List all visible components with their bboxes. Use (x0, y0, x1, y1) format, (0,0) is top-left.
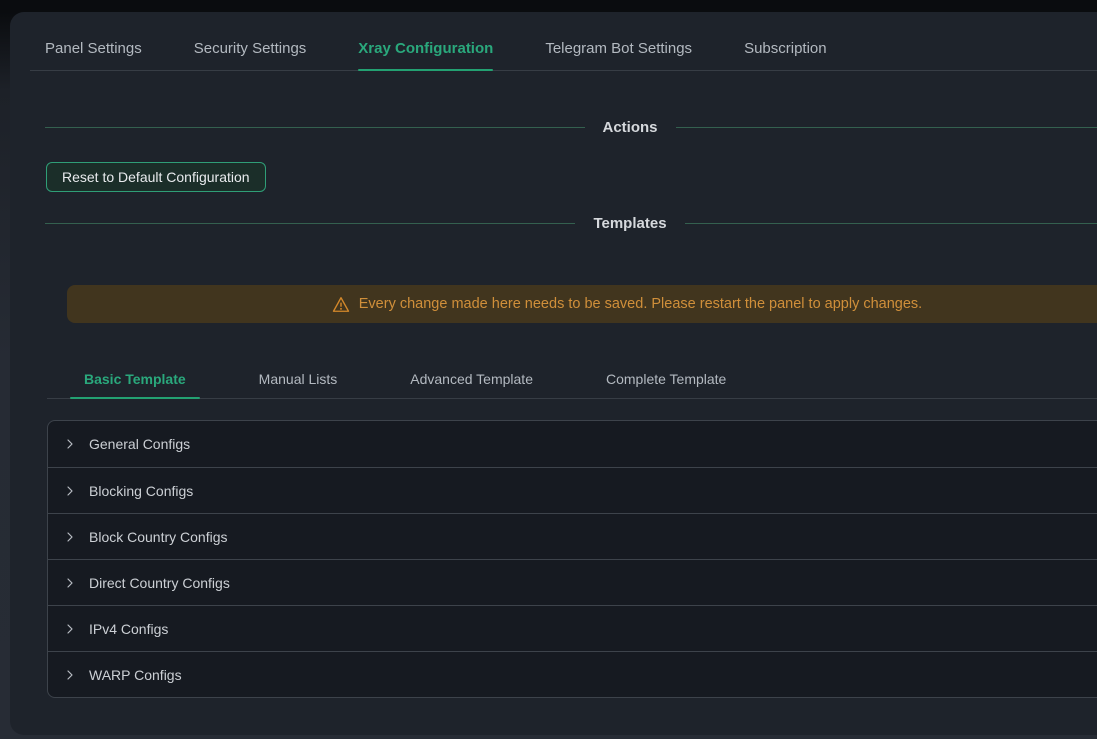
divider-line (45, 127, 585, 128)
templates-divider-title: Templates (575, 215, 684, 232)
collapse-label: WARP Configs (89, 667, 182, 683)
tab-subscription[interactable]: Subscription (744, 27, 827, 70)
collapse-label: Block Country Configs (89, 529, 228, 545)
chevron-right-icon (64, 669, 76, 681)
chevron-right-icon (64, 577, 76, 589)
collapse-label: General Configs (89, 436, 190, 452)
templates-divider: Templates (45, 211, 1097, 235)
chevron-right-icon (64, 531, 76, 543)
collapse-direct-country-configs[interactable]: Direct Country Configs (48, 559, 1097, 605)
collapse-label: IPv4 Configs (89, 621, 168, 637)
collapse-ipv4-configs[interactable]: IPv4 Configs (48, 605, 1097, 651)
tab-basic-template[interactable]: Basic Template (70, 360, 200, 398)
settings-tab-bar: Panel Settings Security Settings Xray Co… (30, 27, 1097, 71)
chevron-right-icon (64, 485, 76, 497)
collapse-block-country-configs[interactable]: Block Country Configs (48, 513, 1097, 559)
collapse-warp-configs[interactable]: WARP Configs (48, 651, 1097, 697)
divider-line (45, 223, 575, 224)
alert-message: Every change made here needs to be saved… (359, 296, 922, 312)
actions-divider-title: Actions (585, 119, 676, 136)
template-tab-bar: Basic Template Manual Lists Advanced Tem… (47, 360, 1097, 399)
collapse-blocking-configs[interactable]: Blocking Configs (48, 467, 1097, 513)
tab-xray-configuration[interactable]: Xray Configuration (358, 27, 493, 70)
tab-manual-lists[interactable]: Manual Lists (245, 360, 352, 398)
tab-panel-settings[interactable]: Panel Settings (45, 27, 142, 70)
warning-triangle-icon (332, 296, 350, 313)
tab-complete-template[interactable]: Complete Template (592, 360, 740, 398)
config-collapse-list: General Configs Blocking Configs Block C… (47, 420, 1097, 698)
actions-divider: Actions (45, 115, 1097, 139)
tab-security-settings[interactable]: Security Settings (194, 27, 307, 70)
chevron-right-icon (64, 623, 76, 635)
settings-card: Panel Settings Security Settings Xray Co… (10, 12, 1097, 735)
divider-line (676, 127, 1097, 128)
collapse-general-configs[interactable]: General Configs (48, 421, 1097, 467)
collapse-label: Blocking Configs (89, 483, 193, 499)
tab-telegram-bot-settings[interactable]: Telegram Bot Settings (545, 27, 692, 70)
divider-line (685, 223, 1097, 224)
tab-advanced-template[interactable]: Advanced Template (396, 360, 547, 398)
collapse-label: Direct Country Configs (89, 575, 230, 591)
restart-panel-alert: Every change made here needs to be saved… (67, 285, 1097, 323)
reset-default-config-button[interactable]: Reset to Default Configuration (46, 162, 266, 192)
chevron-right-icon (64, 438, 76, 450)
